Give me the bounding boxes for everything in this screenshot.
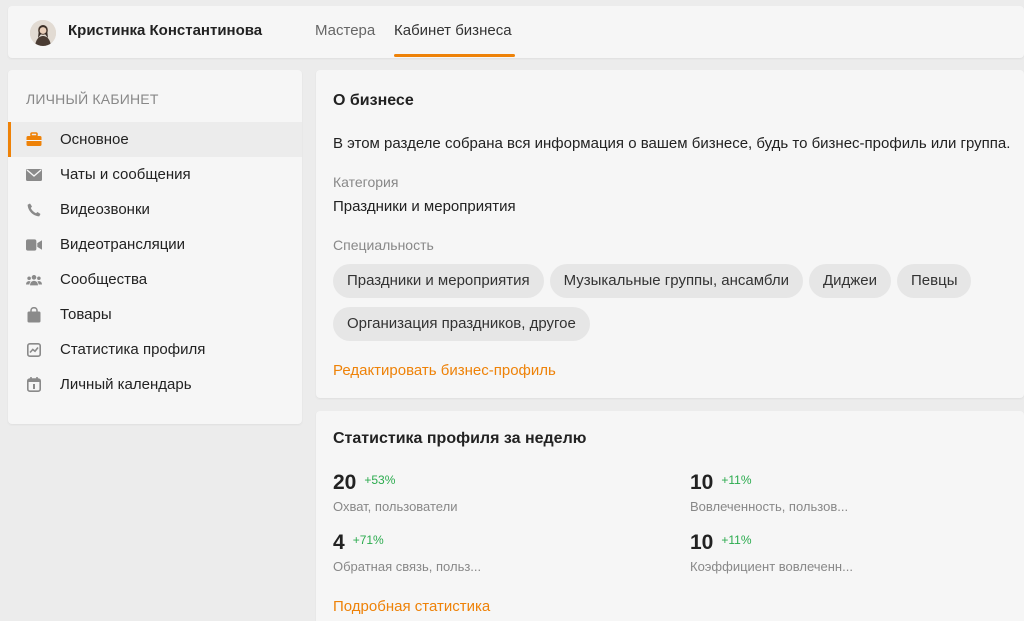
specialty-label: Специальность [333,237,434,253]
sidebar-item-chats[interactable]: Чаты и сообщения [8,157,302,192]
stats-card-title: Статистика профиля за неделю [333,430,587,447]
stat-value: 4 [333,531,345,554]
business-info-card: О бизнесе В этом разделе собрана вся инф… [316,70,1024,398]
chart-icon [26,342,42,358]
sidebar: ЛИЧНЫЙ КАБИНЕТ Основное Чаты и сообщения… [8,70,302,424]
sidebar-item-label: Сообщества [60,271,148,288]
briefcase-icon [26,132,42,148]
sidebar-menu: Основное Чаты и сообщения Видеозвонки Ви… [8,122,302,402]
stat-delta: +53% [364,473,396,487]
sidebar-item-communities[interactable]: Сообщества [8,262,302,297]
sidebar-item-label: Основное [60,131,129,148]
sidebar-item-label: Чаты и сообщения [60,166,191,183]
business-description: В этом разделе собрана вся информация о … [333,135,1011,152]
category-label: Категория [333,174,399,190]
stat-delta: +71% [352,533,384,547]
stat-value: 10 [690,531,714,554]
stat-delta: +11% [721,473,752,487]
sidebar-item-video-calls[interactable]: Видеозвонки [8,192,302,227]
stat-delta: +11% [721,533,752,547]
avatar[interactable] [30,20,56,46]
category-value: Праздники и мероприятия [333,198,516,215]
sidebar-item-label: Личный календарь [60,376,192,393]
envelope-icon [26,167,42,183]
calendar-icon [26,377,42,393]
stat-engagement-rate: 10 +11% Коэффициент вовлеченн... [690,531,853,574]
stat-feedback: 4 +71% Обратная связь, польз... [333,531,481,574]
specialty-chip[interactable]: Певцы [897,264,972,298]
sidebar-item-label: Статистика профиля [60,341,206,358]
group-icon [26,272,42,288]
edit-business-profile-link[interactable]: Редактировать бизнес-профиль [333,362,556,379]
sidebar-heading: ЛИЧНЫЙ КАБИНЕТ [26,91,159,107]
stat-value: 10 [690,471,714,494]
phone-icon [26,202,42,218]
stat-reach: 20 +53% Охват, пользователи [333,471,457,514]
stat-label: Коэффициент вовлеченн... [690,559,853,574]
sidebar-item-calendar[interactable]: Личный календарь [8,367,302,402]
sidebar-item-label: Товары [60,306,112,323]
sidebar-item-label: Видеозвонки [60,201,150,218]
video-camera-icon [26,237,42,253]
active-tab-indicator [394,54,515,57]
sidebar-item-products[interactable]: Товары [8,297,302,332]
specialty-chip[interactable]: Диджеи [808,264,892,298]
top-bar: Кристинка Константинова Мастера Кабинет … [8,6,1024,58]
business-card-title: О бизнесе [333,92,414,109]
sidebar-item-main[interactable]: Основное [8,122,302,157]
user-name[interactable]: Кристинка Константинова [68,22,262,39]
specialty-chip[interactable]: Организация праздников, другое [333,307,590,341]
specialty-chip[interactable]: Музыкальные группы, ансамбли [549,264,803,298]
tab-business-cabinet[interactable]: Кабинет бизнеса [394,22,512,39]
sidebar-item-profile-stats[interactable]: Статистика профиля [8,332,302,367]
specialty-chips: Праздники и мероприятия Музыкальные групп… [333,264,1013,350]
stat-value: 20 [333,471,357,494]
stat-engagement: 10 +11% Вовлеченность, пользов... [690,471,848,514]
stat-label: Охват, пользователи [333,499,458,514]
detailed-stats-link[interactable]: Подробная статистика [333,598,490,615]
sidebar-item-label: Видеотрансляции [60,236,186,253]
tab-masters[interactable]: Мастера [315,22,375,39]
stat-label: Обратная связь, польз... [333,559,482,574]
stat-label: Вовлеченность, пользов... [690,499,849,514]
sidebar-item-broadcasts[interactable]: Видеотрансляции [8,227,302,262]
profile-stats-card: Статистика профиля за неделю 20 +53% Охва… [316,411,1024,621]
specialty-chip[interactable]: Праздники и мероприятия [333,264,544,298]
shopping-bag-icon [26,306,42,323]
